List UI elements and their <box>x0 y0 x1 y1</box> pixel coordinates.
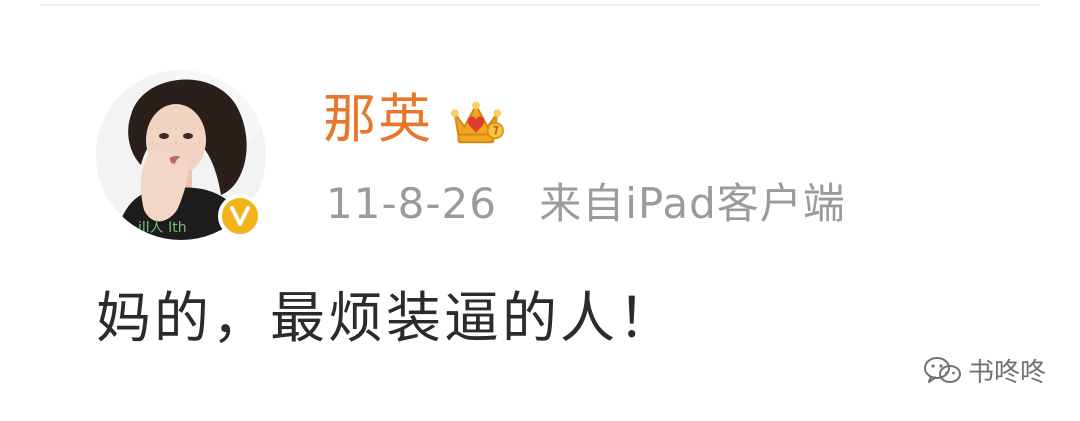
watermark: 书咚咚 <box>922 352 1046 389</box>
crown-icon[interactable] <box>445 88 507 150</box>
top-divider <box>40 4 1040 6</box>
username[interactable]: 那英 <box>323 93 433 146</box>
verified-badge <box>218 194 262 238</box>
avatar-container[interactable]: ill人 Ith <box>96 70 266 240</box>
user-header: 那英 <box>323 84 507 154</box>
post-content: 妈的，最烦装逼的人！ <box>96 286 677 350</box>
post-date: 11-8-26 <box>326 179 497 228</box>
wechat-icon <box>923 356 961 383</box>
verified-icon <box>230 206 250 226</box>
avatar-caption: ill人 Ith <box>138 220 187 236</box>
watermark-label: 书咚咚 <box>967 358 1046 388</box>
post-meta: 11-8-26 来自iPad客户端 <box>326 183 846 225</box>
post-source: 来自iPad客户端 <box>539 179 846 228</box>
